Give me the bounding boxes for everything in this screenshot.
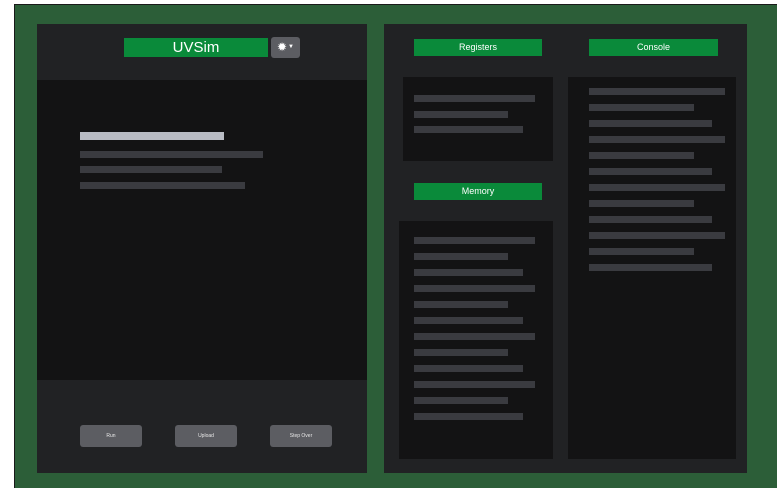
sun-icon: ✹ <box>276 40 288 54</box>
memory-row <box>414 317 523 324</box>
register-row <box>414 95 535 102</box>
memory-row <box>414 381 535 388</box>
console-line <box>589 248 694 255</box>
memory-box[interactable] <box>399 221 553 459</box>
console-line <box>589 216 712 223</box>
upload-button[interactable]: Upload <box>175 425 237 447</box>
memory-row <box>414 301 508 308</box>
program-header: UVSim ✹▼ <box>37 24 367 80</box>
console-line <box>589 200 694 207</box>
editor-line <box>80 132 224 140</box>
console-line <box>589 232 725 239</box>
state-panel: Registers Console Memory <box>384 24 747 473</box>
console-line <box>589 152 694 159</box>
memory-row <box>414 253 508 260</box>
chevron-down-icon: ▼ <box>288 44 294 51</box>
app-title: UVSim <box>124 38 268 57</box>
memory-row <box>414 365 523 372</box>
editor-line <box>80 182 245 189</box>
register-row <box>414 126 523 133</box>
program-panel: UVSim ✹▼ Run Upload Step Over <box>37 24 367 473</box>
memory-row <box>414 413 523 420</box>
registers-title: Registers <box>414 39 542 56</box>
theme-toggle-button[interactable]: ✹▼ <box>271 37 300 58</box>
program-editor[interactable] <box>37 80 367 380</box>
console-line <box>589 264 712 271</box>
editor-line <box>80 166 222 173</box>
memory-row <box>414 333 535 340</box>
console-line <box>589 168 712 175</box>
editor-line <box>80 151 263 158</box>
memory-row <box>414 397 508 404</box>
console-line <box>589 136 725 143</box>
memory-row <box>414 237 535 244</box>
controls-bar: Run Upload Step Over <box>37 380 367 473</box>
console-title: Console <box>589 39 718 56</box>
register-row <box>414 111 508 118</box>
run-button[interactable]: Run <box>80 425 142 447</box>
memory-title: Memory <box>414 183 542 200</box>
console-box[interactable] <box>568 77 736 459</box>
memory-row <box>414 349 508 356</box>
console-line <box>589 104 694 111</box>
memory-row <box>414 269 523 276</box>
registers-box <box>403 77 553 161</box>
console-line <box>589 88 725 95</box>
memory-row <box>414 285 535 292</box>
step-over-button[interactable]: Step Over <box>270 425 332 447</box>
console-line <box>589 184 725 191</box>
console-line <box>589 120 712 127</box>
